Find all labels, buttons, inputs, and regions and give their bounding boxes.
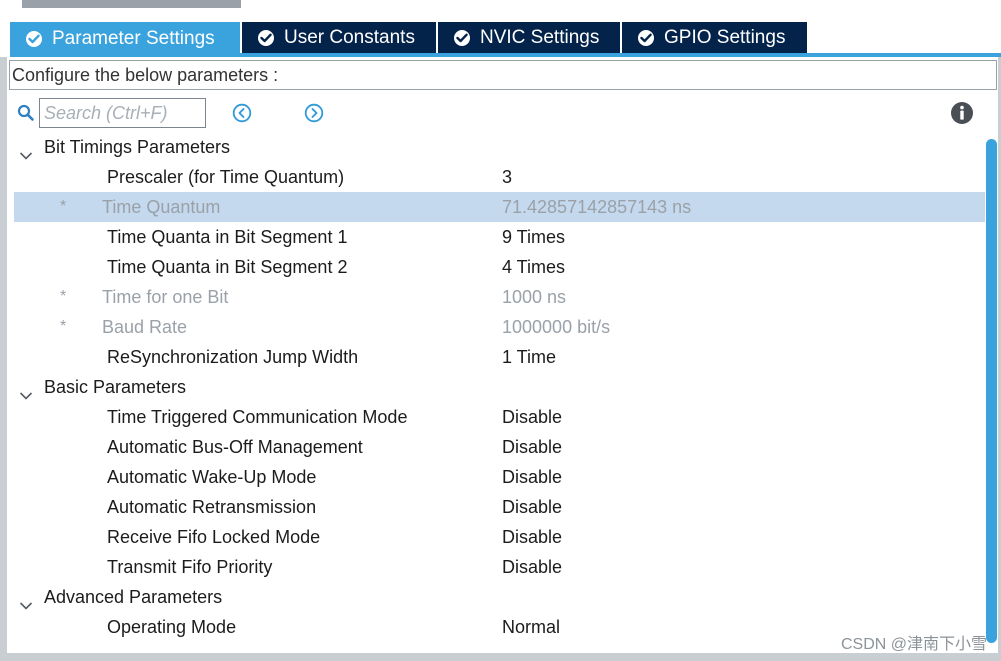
param-row-bus-off[interactable]: Automatic Bus-Off Management Disable: [7, 432, 985, 462]
param-row-bit-segment-2[interactable]: Time Quanta in Bit Segment 2 4 Times: [7, 252, 985, 282]
chevron-right-circle-icon[interactable]: [304, 103, 324, 123]
param-name: Automatic Retransmission: [107, 497, 317, 517]
param-value[interactable]: Disable: [502, 522, 562, 552]
param-row-time-for-one-bit[interactable]: * Time for one Bit 1000 ns: [7, 282, 985, 312]
param-name: Automatic Wake-Up Mode: [107, 467, 317, 487]
group-label: Basic Parameters: [44, 377, 187, 397]
tab-label: Parameter Settings: [52, 27, 215, 49]
tab-label: User Constants: [284, 26, 415, 48]
group-header-basic[interactable]: Basic Parameters: [7, 372, 985, 402]
tab-label: GPIO Settings: [664, 26, 786, 48]
param-name: Time Quanta in Bit Segment 2: [107, 257, 348, 277]
tab-nvic-settings[interactable]: NVIC Settings: [438, 22, 620, 53]
param-name: Prescaler (for Time Quantum): [107, 167, 345, 187]
readonly-marker: *: [60, 198, 67, 215]
frame-bottom: [0, 653, 1001, 661]
search-icon: [17, 104, 35, 122]
param-row-fifo-locked[interactable]: Receive Fifo Locked Mode Disable: [7, 522, 985, 552]
tab-user-constants[interactable]: User Constants: [242, 22, 436, 53]
group-header-bit-timings[interactable]: Bit Timings Parameters: [7, 132, 985, 162]
readonly-marker: *: [60, 288, 67, 305]
param-value[interactable]: 1 Time: [502, 342, 556, 372]
tab-underline: [10, 53, 1001, 57]
param-name: Time Triggered Communication Mode: [107, 407, 408, 427]
param-value[interactable]: 3: [502, 162, 512, 192]
param-value: 71.42857142857143 ns: [502, 197, 692, 217]
param-name: Automatic Bus-Off Management: [107, 437, 363, 457]
chevron-down-icon[interactable]: [19, 591, 33, 610]
tab-label: NVIC Settings: [480, 26, 600, 48]
readonly-marker: *: [60, 318, 67, 335]
scrollbar-thumb[interactable]: [986, 139, 997, 643]
chevron-down-icon[interactable]: [19, 381, 33, 400]
param-row-sync-jump-width[interactable]: ReSynchronization Jump Width 1 Time: [7, 342, 985, 372]
param-name: Time Quantum: [102, 197, 221, 217]
param-row-fifo-priority[interactable]: Transmit Fifo Priority Disable: [7, 552, 985, 582]
tab-parameter-settings[interactable]: Parameter Settings: [10, 22, 240, 55]
chevron-left-circle-icon[interactable]: [232, 103, 252, 123]
param-name: Operating Mode: [107, 617, 237, 637]
param-name: Transmit Fifo Priority: [107, 557, 273, 577]
check-circle-icon: [454, 29, 470, 46]
param-row-baud-rate[interactable]: * Baud Rate 1000000 bit/s: [7, 312, 985, 342]
param-row-time-quantum[interactable]: * Time Quantum 71.42857142857143 ns: [14, 192, 985, 222]
param-row-retransmission[interactable]: Automatic Retransmission Disable: [7, 492, 985, 522]
group-label: Bit Timings Parameters: [44, 137, 231, 157]
group-header-advanced[interactable]: Advanced Parameters: [7, 582, 985, 612]
param-value[interactable]: Disable: [502, 492, 562, 522]
frame-left: [0, 57, 7, 661]
param-name: Baud Rate: [102, 317, 188, 337]
param-name: Receive Fifo Locked Mode: [107, 527, 321, 547]
top-gray-bar: [22, 0, 241, 8]
param-name: Time Quanta in Bit Segment 1: [107, 227, 348, 247]
watermark: CSDN @津南下小雪: [840, 636, 987, 653]
search-input[interactable]: [39, 98, 206, 128]
chevron-down-icon[interactable]: [19, 141, 33, 160]
param-row-prescaler[interactable]: Prescaler (for Time Quantum) 3: [7, 162, 985, 192]
param-value[interactable]: 4 Times: [502, 252, 565, 282]
param-value[interactable]: Disable: [502, 462, 562, 492]
param-name: ReSynchronization Jump Width: [107, 347, 359, 367]
info-icon[interactable]: [950, 101, 974, 125]
param-value[interactable]: Disable: [502, 402, 562, 432]
tab-gpio-settings[interactable]: GPIO Settings: [622, 22, 807, 53]
param-name: Time for one Bit: [102, 287, 229, 307]
param-value[interactable]: 9 Times: [502, 222, 565, 252]
check-circle-icon: [638, 29, 654, 46]
group-label: Advanced Parameters: [44, 587, 223, 607]
param-value: 1000000 bit/s: [502, 317, 611, 337]
check-circle-icon: [26, 30, 42, 47]
param-row-bit-segment-1[interactable]: Time Quanta in Bit Segment 1 9 Times: [7, 222, 985, 252]
param-value[interactable]: Normal: [502, 612, 560, 642]
param-row-operating-mode[interactable]: Operating Mode Normal: [7, 612, 985, 642]
check-circle-icon: [258, 29, 274, 46]
tab-bar: Parameter Settings User Constants NVIC S…: [10, 22, 1001, 55]
param-row-ttcm[interactable]: Time Triggered Communication Mode Disabl…: [7, 402, 985, 432]
param-value: 1000 ns: [502, 287, 567, 307]
param-value[interactable]: Disable: [502, 432, 562, 462]
param-row-wake-up[interactable]: Automatic Wake-Up Mode Disable: [7, 462, 985, 492]
configure-header: Configure the below parameters :: [9, 60, 997, 90]
param-value[interactable]: Disable: [502, 552, 562, 582]
